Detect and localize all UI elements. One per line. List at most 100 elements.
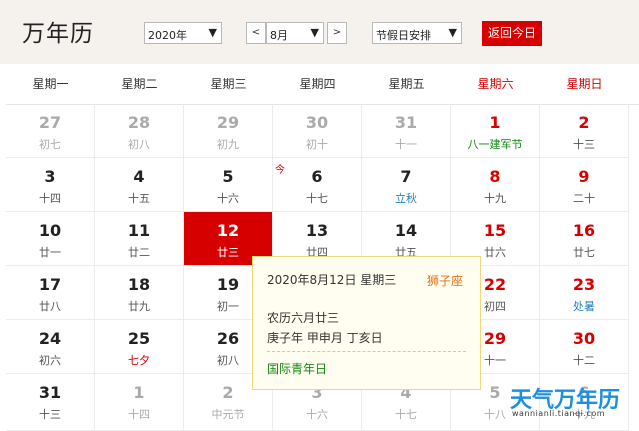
lunar-date-label: 十六	[306, 408, 328, 421]
day-number: 7	[400, 167, 412, 186]
day-cell[interactable]: 8 十九	[451, 158, 540, 212]
holiday-select[interactable]: 节假日安排 ▼	[372, 22, 462, 44]
day-number: 15	[483, 221, 507, 240]
day-cell[interactable]: 24 初六	[6, 320, 95, 374]
day-cell[interactable]: 29 初九	[184, 104, 273, 158]
day-number: 13	[305, 221, 329, 240]
day-number: 28	[127, 113, 151, 132]
day-number: 30	[572, 329, 596, 348]
day-number: 31	[38, 383, 62, 402]
day-cell[interactable]: 9 二十	[540, 158, 629, 212]
back-to-today-button[interactable]: 返回今日	[482, 21, 542, 46]
day-cell[interactable]: 31 十一	[362, 104, 451, 158]
day-number: 1	[133, 383, 145, 402]
year-select[interactable]: 2020年 ▼	[144, 22, 222, 44]
page-title: 万年历	[22, 21, 94, 47]
day-number: 5	[222, 167, 234, 186]
lunar-date-label: 廿八	[39, 300, 61, 313]
day-cell[interactable]: 2 十三	[540, 104, 629, 158]
lunar-date-label: 十三	[39, 408, 61, 421]
tooltip-festival: 国际青年日	[267, 362, 328, 376]
chevron-down-icon: ▼	[208, 26, 217, 39]
weekday-label: 星期日	[566, 77, 603, 91]
day-number: 17	[38, 275, 62, 294]
day-cell[interactable]: 5 十六	[184, 158, 273, 212]
day-number: 11	[127, 221, 151, 240]
month-select[interactable]: 8月 ▼	[266, 22, 324, 44]
weekday-header-row: 星期一 星期二 星期三 星期四 星期五 星期六 星期日	[6, 64, 639, 105]
day-cell[interactable]: 30 初十	[273, 104, 362, 158]
weekday-label: 星期六	[477, 77, 514, 91]
prev-month-button[interactable]: <	[246, 22, 266, 44]
site-watermark: 天气万年历 wannianli.tianqi.com	[510, 382, 639, 431]
holiday-select-value: 节假日安排	[376, 29, 431, 42]
lunar-date-label: 十二	[573, 354, 595, 367]
day-number: 6	[311, 167, 323, 186]
chevron-down-icon: ▼	[310, 26, 319, 39]
day-cell[interactable]: 10 廿一	[6, 212, 95, 266]
day-cell[interactable]: 17 廿八	[6, 266, 95, 320]
day-number: 31	[394, 113, 418, 132]
lunar-date-label: 初六	[39, 354, 61, 367]
day-number: 10	[38, 221, 62, 240]
lunar-date-label: 十四	[39, 192, 61, 205]
watermark-url: wannianli.tianqi.com	[512, 409, 606, 418]
day-cell[interactable]: 18 廿九	[95, 266, 184, 320]
lunar-date-label: 廿七	[573, 246, 595, 259]
day-cell[interactable]: 28 初八	[95, 104, 184, 158]
next-month-button[interactable]: >	[327, 22, 347, 44]
lunar-date-label: 十六	[217, 192, 239, 205]
day-number: 8	[489, 167, 501, 186]
lunar-date-label: 十三	[573, 138, 595, 151]
day-number: 1	[489, 113, 501, 132]
tooltip-date-text: 2020年8月12日 星期三	[267, 273, 397, 287]
day-number: 4	[133, 167, 145, 186]
day-detail-tooltip: 2020年8月12日 星期三 狮子座 农历六月廿三 庚子年 甲申月 丁亥日 国际…	[252, 256, 481, 390]
tooltip-date: 2020年8月12日 星期三	[267, 271, 396, 288]
day-number: 30	[305, 113, 329, 132]
day-number: 2	[578, 113, 590, 132]
day-number: 9	[578, 167, 590, 186]
lunar-date-label: 廿一	[39, 246, 61, 259]
day-number: 24	[38, 329, 62, 348]
weekday-label: 星期三	[210, 77, 247, 91]
today-marker: 今	[275, 165, 285, 176]
tooltip-zodiac: 狮子座	[427, 274, 464, 288]
day-number: 27	[38, 113, 62, 132]
tooltip-ganzhi: 庚子年 甲申月 丁亥日	[267, 331, 383, 345]
lunar-date-label: 十九	[484, 192, 506, 205]
lunar-date-label: 二十	[573, 192, 595, 205]
day-cell[interactable]: 3 十四	[6, 158, 95, 212]
day-cell[interactable]: 31 十三	[6, 374, 95, 431]
day-cell[interactable]: 6 十七	[273, 158, 362, 212]
day-cell[interactable]: 30 十二	[540, 320, 629, 374]
tooltip-divider	[267, 351, 466, 352]
lunar-date-label: 八一建军节	[467, 138, 523, 151]
tooltip-lunar: 农历六月廿三	[267, 311, 340, 325]
weekday-label: 星期二	[121, 77, 158, 91]
month-select-value: 8月	[270, 29, 288, 42]
day-cell[interactable]: 25 七夕	[95, 320, 184, 374]
day-cell[interactable]: 23 处暑	[540, 266, 629, 320]
day-cell[interactable]: 1 八一建军节	[451, 104, 540, 158]
lunar-date-label: 廿二	[128, 246, 150, 259]
lunar-date-label: 中元节	[211, 408, 245, 421]
weekday-label: 星期四	[299, 77, 336, 91]
weekday-label: 星期一	[32, 77, 69, 91]
lunar-date-label: 十七	[395, 408, 417, 421]
lunar-date-label: 初九	[217, 138, 239, 151]
lunar-date-label: 廿九	[128, 300, 150, 313]
day-cell[interactable]: 11 廿二	[95, 212, 184, 266]
day-cell[interactable]: 7 立秋	[362, 158, 451, 212]
day-cell[interactable]: 16 廿七	[540, 212, 629, 266]
day-number: 3	[44, 167, 56, 186]
chevron-down-icon: ▼	[448, 26, 457, 39]
year-select-value: 2020年	[148, 29, 187, 42]
lunar-date-label: 十四	[128, 408, 150, 421]
day-cell[interactable]: 4 十五	[95, 158, 184, 212]
lunar-date-label: 立秋	[395, 192, 417, 205]
day-cell[interactable]: 27 初七	[6, 104, 95, 158]
day-number: 25	[127, 329, 151, 348]
day-cell[interactable]: 1 十四	[95, 374, 184, 431]
lunar-date-label: 十五	[128, 192, 150, 205]
